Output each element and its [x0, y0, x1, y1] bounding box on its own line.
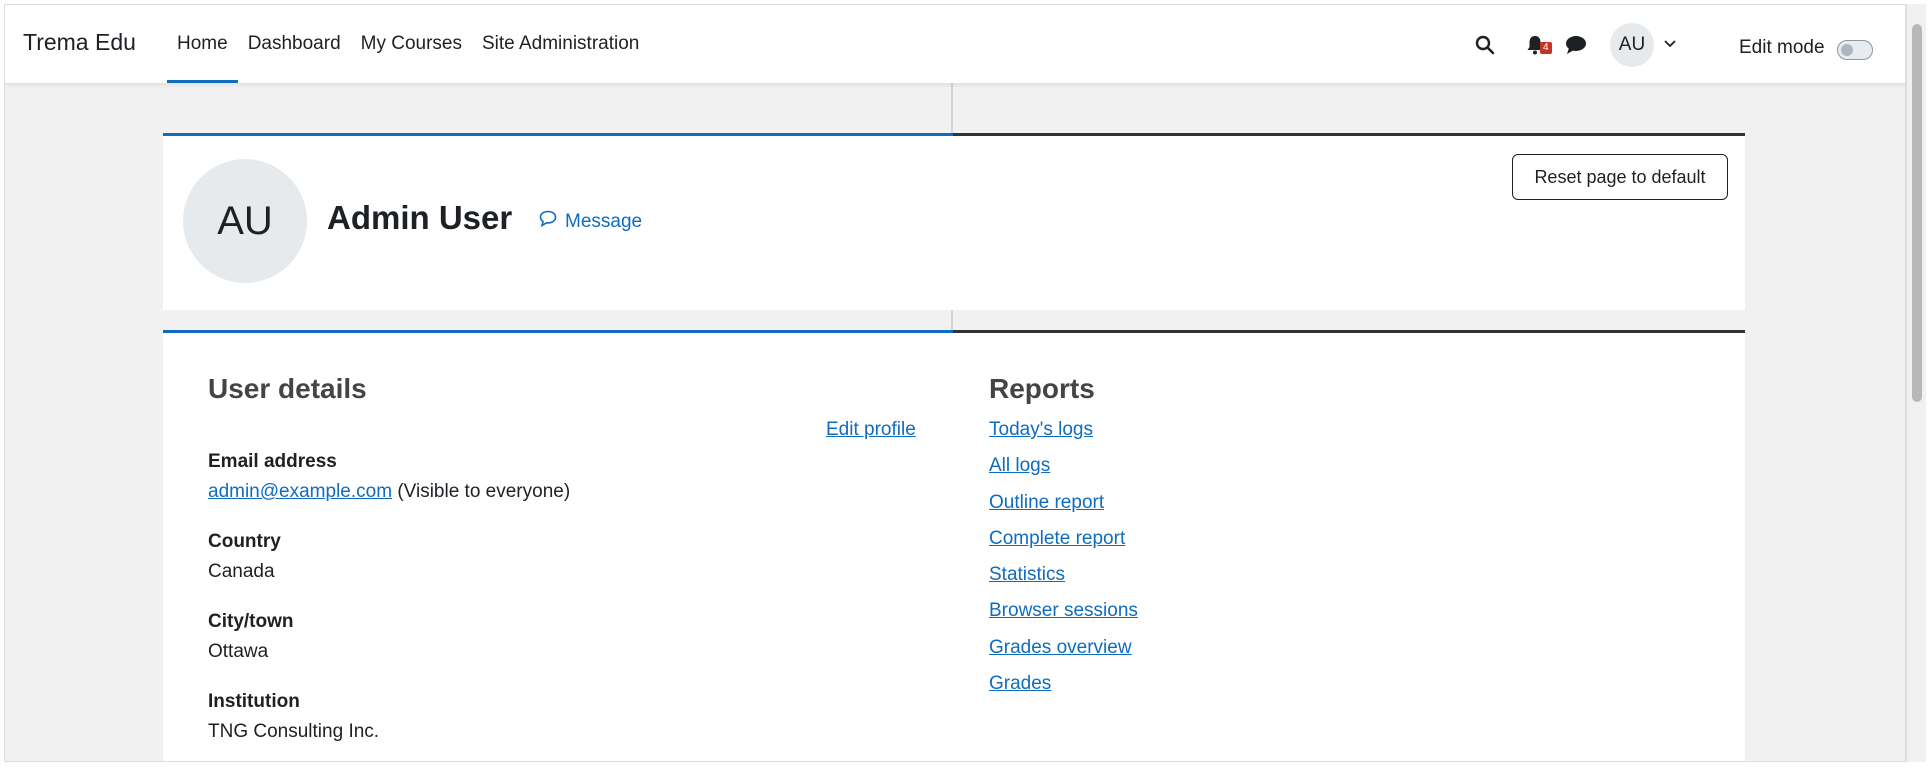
list-item: All logs [989, 455, 1138, 491]
user-details-heading: User details [208, 373, 367, 404]
country-label: Country [208, 531, 281, 552]
institution-field: Institution TNG Consulting Inc. [208, 691, 379, 743]
edit-mode-label: Edit mode [1739, 37, 1825, 58]
city-value: Ottawa [208, 641, 269, 662]
list-item: Grades [989, 673, 1138, 709]
report-link-grades-overview[interactable]: Grades overview [989, 637, 1132, 658]
top-navbar: Trema Edu Home Dashboard My Courses Site… [5, 5, 1905, 83]
browser-viewport: Trema Edu Home Dashboard My Courses Site… [4, 4, 1906, 762]
message-label: Message [565, 210, 643, 232]
nav-link-site-administration[interactable]: Site Administration [472, 5, 649, 83]
scrollbar-thumb[interactable] [1912, 24, 1922, 402]
vertical-scrollbar[interactable] [1906, 4, 1926, 762]
country-field: Country Canada [208, 531, 281, 583]
institution-value: TNG Consulting Inc. [208, 721, 380, 742]
profile-header: AU Admin User Message Reset page to defa… [163, 136, 1745, 310]
nav-link-my-courses[interactable]: My Courses [351, 5, 472, 83]
site-brand[interactable]: Trema Edu [23, 29, 136, 56]
page-content: AU Admin User Message Reset page to defa… [163, 83, 1745, 761]
profile-details-card: User details Edit profile Email address … [163, 333, 1745, 761]
chat-icon[interactable] [1563, 32, 1589, 58]
message-button[interactable]: Message [539, 210, 642, 233]
list-item: Grades overview [989, 637, 1138, 673]
list-item: Outline report [989, 492, 1138, 528]
list-item: Complete report [989, 528, 1138, 564]
report-link-grades[interactable]: Grades [989, 673, 1051, 694]
chevron-down-icon[interactable] [1661, 35, 1679, 53]
reset-page-button[interactable]: Reset page to default [1512, 154, 1728, 200]
email-link[interactable]: admin@example.com [208, 481, 392, 502]
page-title: Admin User [327, 199, 513, 236]
list-item: Today's logs [989, 419, 1138, 455]
primary-navigation: Home Dashboard My Courses Site Administr… [167, 5, 649, 83]
country-value: Canada [208, 561, 275, 582]
report-link-todays-logs[interactable]: Today's logs [989, 419, 1093, 440]
report-link-statistics[interactable]: Statistics [989, 564, 1065, 585]
report-link-browser-sessions[interactable]: Browser sessions [989, 600, 1138, 621]
list-item: Browser sessions [989, 600, 1138, 636]
email-field: Email address admin@example.com (Visible… [208, 451, 570, 503]
institution-label: Institution [208, 691, 300, 712]
edit-mode-toggle[interactable] [1837, 40, 1873, 60]
edit-profile-link[interactable]: Edit profile [826, 419, 916, 441]
city-field: City/town Ottawa [208, 611, 294, 663]
nav-link-home[interactable]: Home [167, 5, 238, 83]
message-icon [539, 210, 557, 233]
list-item: Statistics [989, 564, 1138, 600]
user-menu-avatar[interactable]: AU [1610, 23, 1654, 67]
city-label: City/town [208, 611, 294, 632]
column-divider [951, 310, 953, 330]
report-link-outline-report[interactable]: Outline report [989, 492, 1104, 513]
email-value: admin@example.com (Visible to everyone) [208, 481, 570, 503]
email-visibility-note: (Visible to everyone) [397, 481, 571, 502]
nav-link-dashboard[interactable]: Dashboard [238, 5, 351, 83]
report-link-complete-report[interactable]: Complete report [989, 528, 1125, 549]
report-link-all-logs[interactable]: All logs [989, 455, 1050, 476]
reports-heading: Reports [989, 373, 1095, 404]
profile-avatar: AU [183, 159, 307, 283]
email-label: Email address [208, 451, 337, 472]
search-icon[interactable] [1472, 32, 1498, 58]
toggle-knob [1841, 44, 1853, 56]
notification-count-badge: 4 [1540, 42, 1552, 54]
reports-list: Today's logs All logs Outline report Com… [989, 419, 1138, 709]
